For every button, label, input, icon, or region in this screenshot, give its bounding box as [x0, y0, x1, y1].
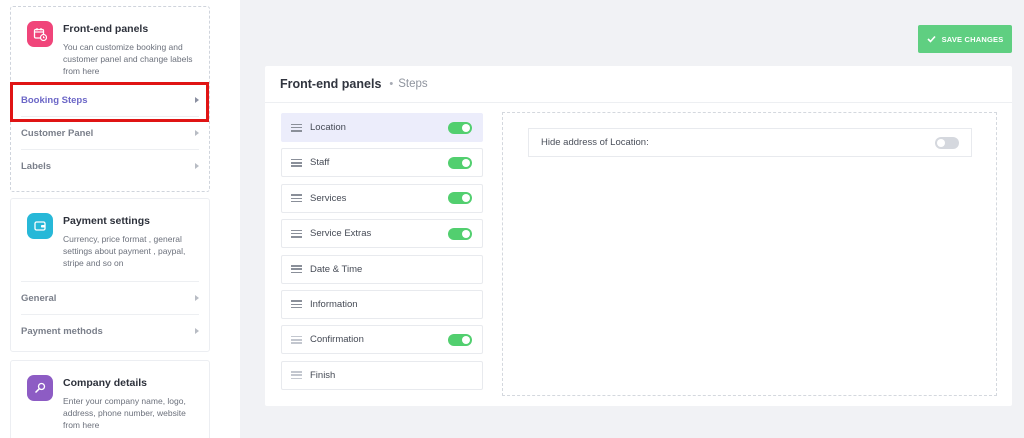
step-toggle[interactable] — [448, 121, 472, 134]
check-icon — [926, 35, 936, 43]
drag-handle-icon[interactable] — [291, 123, 302, 132]
setting-label: Hide address of Location: — [541, 137, 649, 148]
sidebar-item-label: General — [21, 292, 57, 304]
card-header: Front-end panels You can customize booki… — [11, 7, 209, 83]
card-header: Company details Enter your company name,… — [11, 361, 209, 437]
step-finish[interactable]: Finish — [281, 360, 483, 390]
calendar-clock-icon — [27, 21, 53, 47]
sidebar-item-payment-methods[interactable]: Payment methods — [21, 314, 199, 347]
step-label: Date & Time — [310, 263, 363, 275]
drag-handle-icon — [291, 371, 302, 380]
hide-address-setting: Hide address of Location: — [528, 128, 972, 157]
step-toggle[interactable] — [448, 333, 472, 346]
sidebar-item-label: Labels — [21, 160, 52, 172]
step-toggle[interactable] — [448, 156, 472, 169]
page-subtitle: Steps — [398, 78, 428, 90]
drag-handle-icon[interactable] — [291, 229, 302, 238]
sidebar-item-general[interactable]: General — [21, 281, 199, 314]
card-description: Currency, price format , general setting… — [63, 234, 186, 268]
panel-header: Front-end panels • Steps — [265, 66, 1012, 103]
drag-handle-icon[interactable] — [291, 265, 302, 274]
step-staff[interactable]: Staff — [281, 148, 483, 178]
caret-right-icon — [195, 130, 199, 136]
step-label: Services — [310, 192, 347, 204]
step-label: Service Extras — [310, 228, 372, 240]
step-label: Information — [310, 298, 358, 310]
save-changes-button[interactable]: SAVE CHANGES — [918, 25, 1012, 53]
wallet-icon — [27, 213, 53, 239]
payment-settings-card: Payment settings Currency, price format … — [10, 198, 210, 352]
step-service-extras[interactable]: Service Extras — [281, 219, 483, 249]
step-label: Location — [310, 122, 346, 133]
brush-icon — [27, 375, 53, 401]
step-label: Finish — [310, 369, 336, 381]
page-title: Front-end panels — [280, 77, 382, 91]
step-label: Confirmation — [310, 334, 364, 346]
sidebar-item-labels[interactable]: Labels — [21, 149, 199, 182]
step-services[interactable]: Services — [281, 183, 483, 213]
steps-list: Location Staff Services Service Extras D… — [281, 113, 483, 396]
step-information[interactable]: Information — [281, 289, 483, 319]
sidebar-item-label: Payment methods — [21, 325, 103, 337]
step-toggle[interactable] — [448, 192, 472, 205]
drag-handle-icon[interactable] — [291, 194, 302, 203]
step-location[interactable]: Location — [281, 113, 483, 142]
card-title: Front-end panels — [63, 23, 149, 35]
company-details-card: Company details Enter your company name,… — [10, 360, 210, 438]
drag-handle-icon[interactable] — [291, 300, 302, 309]
card-header: Payment settings Currency, price format … — [11, 199, 209, 281]
hide-address-toggle[interactable] — [935, 136, 959, 149]
caret-right-icon — [195, 163, 199, 169]
card-description: Enter your company name, logo, address, … — [63, 396, 186, 430]
step-label: Staff — [310, 157, 330, 169]
save-changes-label: SAVE CHANGES — [941, 34, 1004, 44]
drag-handle-icon[interactable] — [291, 158, 302, 167]
caret-right-icon — [195, 295, 199, 301]
card-description: You can customize booking and customer p… — [63, 42, 193, 76]
selection-highlight — [10, 82, 209, 122]
step-settings-area: Hide address of Location: — [502, 112, 997, 396]
caret-right-icon — [195, 328, 199, 334]
card-title: Company details — [63, 377, 148, 389]
breadcrumb-separator: • — [389, 78, 394, 90]
step-date-time[interactable]: Date & Time — [281, 254, 483, 284]
settings-sidebar: Front-end panels You can customize booki… — [0, 0, 240, 438]
drag-handle-icon — [291, 335, 302, 344]
steps-panel: Front-end panels • Steps Location Staff … — [265, 66, 1012, 406]
step-confirmation[interactable]: Confirmation — [281, 325, 483, 355]
sidebar-item-label: Customer Panel — [21, 127, 94, 139]
card-title: Payment settings — [63, 215, 150, 227]
step-toggle[interactable] — [448, 227, 472, 240]
